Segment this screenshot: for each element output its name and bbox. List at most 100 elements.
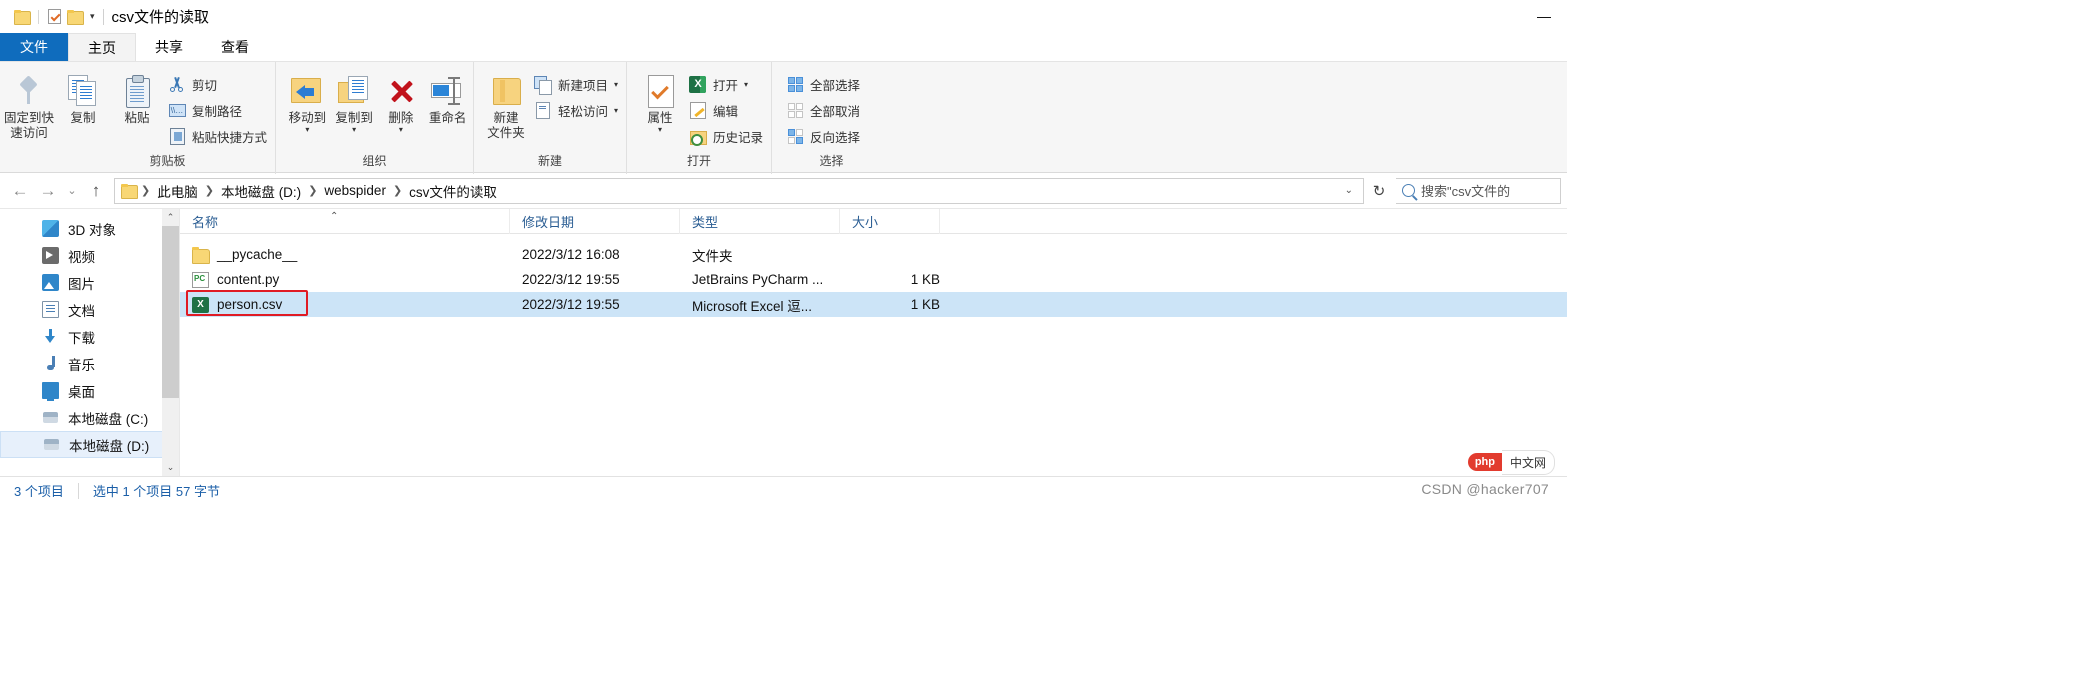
open-small-buttons: X 打开 ▾ 编辑 历史记录 xyxy=(685,69,769,149)
delete-button[interactable]: 删除 ▾ xyxy=(378,69,425,135)
back-button[interactable]: ← xyxy=(6,177,34,205)
minimize-button[interactable]: — xyxy=(1521,0,1567,32)
ribbon-group-select: 全部选择 全部取消 反向选择 选择 xyxy=(771,62,891,174)
documents-icon xyxy=(42,301,59,318)
table-row[interactable]: __pycache__ 2022/3/12 16:08 文件夹 xyxy=(180,242,1567,267)
chevron-down-icon[interactable]: ▾ xyxy=(90,11,95,22)
sidebar-item-label: 图片 xyxy=(68,276,95,292)
scroll-up-icon[interactable]: ⌃ xyxy=(162,209,179,226)
table-row[interactable]: X person.csv 2022/3/12 19:55 Microsoft E… xyxy=(180,290,1567,317)
copy-to-icon xyxy=(338,71,370,111)
breadcrumb-item-disk-d[interactable]: 本地磁盘 (D:) xyxy=(217,179,305,203)
sidebar-item-pictures[interactable]: 图片 xyxy=(0,269,179,296)
folder-icon[interactable] xyxy=(14,10,31,25)
sidebar-item-local-disk-d[interactable]: 本地磁盘 (D:) xyxy=(0,431,179,458)
select-none-button[interactable]: 全部取消 xyxy=(782,97,866,123)
chevron-down-icon[interactable]: ⌄ xyxy=(1339,185,1359,196)
sidebar-item-desktop[interactable]: 桌面 xyxy=(0,377,179,404)
chevron-down-icon[interactable]: ▾ xyxy=(658,126,662,134)
refresh-button[interactable]: ↻ xyxy=(1364,178,1394,204)
group-label-new: 新建 xyxy=(537,154,562,168)
navigation-scrollbar[interactable]: ⌃ ⌄ xyxy=(162,209,179,476)
properties-check-icon[interactable] xyxy=(48,9,61,24)
cut-button[interactable]: 剪切 xyxy=(164,71,273,97)
new-small-buttons: 新建项目 ▾ 轻松访问 ▾ xyxy=(530,69,624,123)
sidebar-item-videos[interactable]: 视频 xyxy=(0,242,179,269)
badge-left-label: php xyxy=(1467,453,1502,471)
up-button[interactable]: ↑ xyxy=(82,177,110,205)
selection-info: 选中 1 个项目 57 字节 xyxy=(92,484,220,499)
breadcrumb-item-current[interactable]: csv文件的读取 xyxy=(405,179,501,203)
tab-home[interactable]: 主页 xyxy=(68,33,136,61)
edit-button[interactable]: 编辑 xyxy=(685,97,769,123)
sidebar-item-music[interactable]: 音乐 xyxy=(0,350,179,377)
open-button[interactable]: X 打开 ▾ xyxy=(685,71,769,97)
invert-selection-button[interactable]: 反向选择 xyxy=(782,123,866,149)
ribbon-group-organize: 移动到 ▾ 复制到 ▾ 删除 ▾ 重命名 组织 xyxy=(275,62,473,174)
copy-button[interactable]: 复制 xyxy=(56,69,110,128)
address-input[interactable]: ❯ 此电脑 ❯ 本地磁盘 (D:) ❯ webspider ❯ csv文件的读取… xyxy=(114,177,1364,204)
tab-file[interactable]: 文件 xyxy=(0,33,68,61)
chevron-down-icon[interactable]: ▾ xyxy=(399,126,403,134)
move-to-button[interactable]: 移动到 ▾ xyxy=(284,69,331,135)
tab-view[interactable]: 查看 xyxy=(202,33,268,61)
select-all-button[interactable]: 全部选择 xyxy=(782,71,866,97)
breadcrumb-item-webspider[interactable]: webspider xyxy=(320,181,390,200)
column-header-name[interactable]: 名称 ⌃ xyxy=(180,208,510,234)
easy-access-button[interactable]: 轻松访问 ▾ xyxy=(530,97,624,123)
column-header-size[interactable]: 大小 xyxy=(840,208,940,234)
file-name: content.py xyxy=(217,272,280,287)
recent-locations-button[interactable]: ⌄ xyxy=(62,177,82,205)
table-row[interactable]: content.py 2022/3/12 19:55 JetBrains PyC… xyxy=(180,267,1567,292)
copy-path-icon: \\… xyxy=(168,101,186,119)
breadcrumb-item-this-pc[interactable]: 此电脑 xyxy=(153,179,202,203)
file-date: 2022/3/12 19:55 xyxy=(522,272,620,287)
breadcrumb-separator: ❯ xyxy=(308,185,318,197)
pictures-icon xyxy=(42,274,59,291)
chevron-down-icon[interactable]: ▾ xyxy=(614,80,618,88)
file-type: 文件夹 xyxy=(692,248,733,264)
chevron-down-icon[interactable]: ▾ xyxy=(744,80,748,88)
paste-icon xyxy=(124,71,150,111)
tab-share[interactable]: 共享 xyxy=(136,33,202,61)
scroll-down-icon[interactable]: ⌄ xyxy=(162,459,179,476)
sidebar-item-local-disk-c[interactable]: 本地磁盘 (C:) xyxy=(0,404,179,431)
history-button[interactable]: 历史记录 xyxy=(685,123,769,149)
scrollbar-thumb[interactable] xyxy=(162,226,179,398)
properties-button[interactable]: 属性 ▾ xyxy=(635,69,685,135)
pin-to-quick-access-button[interactable]: 固定到快 速访问 xyxy=(2,69,56,143)
file-name: __pycache__ xyxy=(217,247,298,262)
new-item-button[interactable]: 新建项目 ▾ xyxy=(530,71,624,97)
file-type: JetBrains PyCharm ... xyxy=(692,272,824,287)
pin-label-2: 速访问 xyxy=(10,126,48,140)
paste-shortcut-button[interactable]: 粘贴快捷方式 xyxy=(164,123,273,149)
column-header-type[interactable]: 类型 xyxy=(680,208,840,234)
chevron-down-icon[interactable]: ▾ xyxy=(305,126,309,134)
scissors-icon xyxy=(168,75,186,93)
new-folder-button[interactable]: 新建 文件夹 xyxy=(482,69,530,143)
breadcrumb-separator: ❯ xyxy=(204,185,214,197)
select-none-icon xyxy=(786,101,804,119)
column-header-date[interactable]: 修改日期 xyxy=(510,208,680,234)
copy-path-button[interactable]: \\… 复制路径 xyxy=(164,97,273,123)
forward-button[interactable]: → xyxy=(34,177,62,205)
new-folder-icon[interactable] xyxy=(67,10,84,25)
new-folder-icon xyxy=(491,71,521,111)
title-bar: ▾ csv文件的读取 — xyxy=(0,0,1567,33)
rename-button[interactable]: 重命名 xyxy=(424,69,471,128)
sidebar-item-label: 音乐 xyxy=(68,357,95,373)
search-input[interactable]: 搜索"csv文件的 xyxy=(1396,177,1561,204)
sidebar-item-documents[interactable]: 文档 xyxy=(0,296,179,323)
disk-icon xyxy=(43,436,60,453)
column-header-label: 修改日期 xyxy=(522,214,575,230)
chevron-down-icon[interactable]: ▾ xyxy=(352,126,356,134)
sidebar-item-3d-objects[interactable]: 3D 对象 xyxy=(0,215,179,242)
copy-to-button[interactable]: 复制到 ▾ xyxy=(331,69,378,135)
group-label-clipboard: 剪贴板 xyxy=(149,154,186,168)
column-header-label: 名称 xyxy=(192,214,219,230)
sidebar-item-downloads[interactable]: 下载 xyxy=(0,323,179,350)
paste-button[interactable]: 粘贴 xyxy=(110,69,164,128)
chevron-down-icon[interactable]: ▾ xyxy=(614,106,618,114)
excel-icon: X xyxy=(689,75,707,93)
desktop-icon xyxy=(42,382,59,401)
